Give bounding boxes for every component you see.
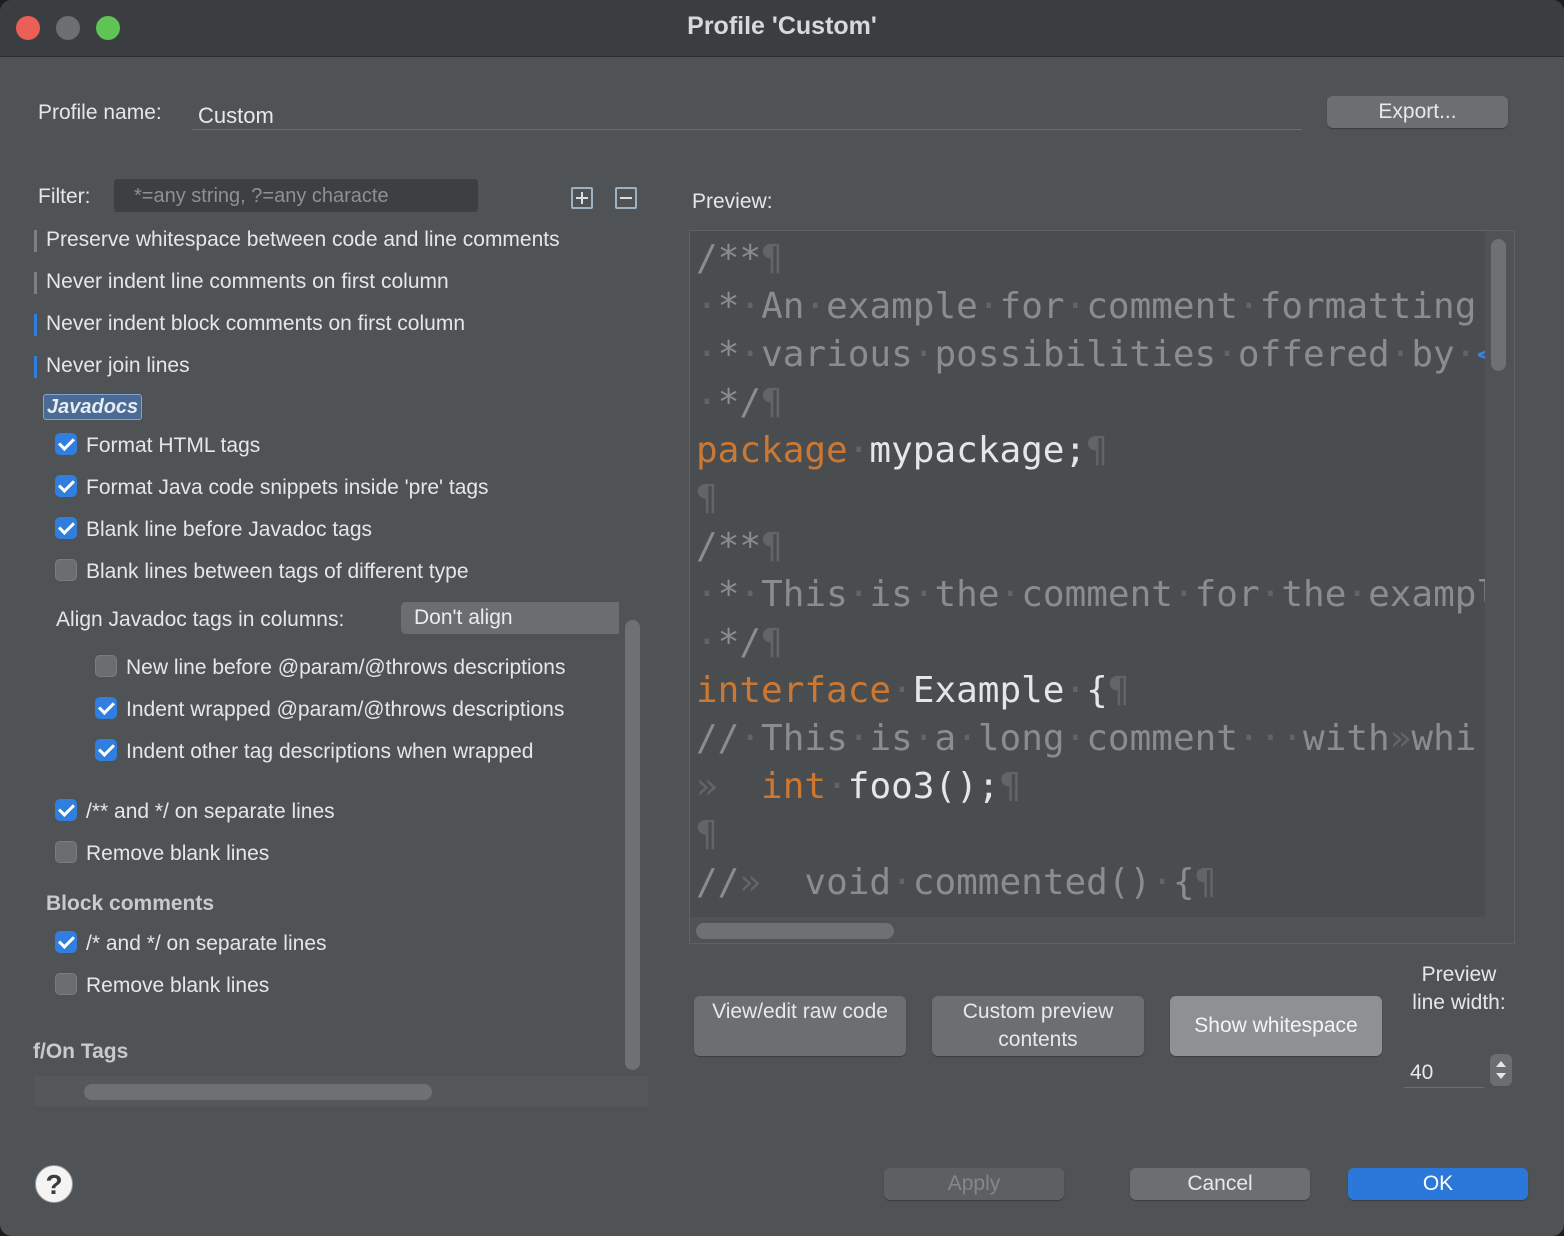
code-line: ·*·various·possibilities·offered·by·< <box>696 334 1498 375</box>
checkbox-label: Format HTML tags <box>86 434 261 457</box>
export-button[interactable]: Export... <box>1327 96 1508 128</box>
code-line: ·*·An·example·for·comment·formatting. <box>696 286 1499 327</box>
checkbox-label: Indent other tag descriptions when wrapp… <box>126 740 534 763</box>
tree-row[interactable]: Never indent line comments on first colu… <box>46 270 449 294</box>
tree-row[interactable]: Preserve whitespace between code and lin… <box>46 228 560 252</box>
indent-other-tags-checkbox[interactable] <box>95 739 117 761</box>
javadoc-remove-blank-lines-checkbox[interactable] <box>55 841 77 863</box>
preview-label: Preview: <box>692 190 773 213</box>
code-line: /**¶ <box>696 238 783 279</box>
help-icon[interactable]: ? <box>35 1165 73 1203</box>
javadocs-section-label[interactable]: Javadocs <box>43 394 143 420</box>
new-line-before-param-checkbox[interactable] <box>95 655 117 677</box>
align-tags-label: Align Javadoc tags in columns: <box>56 608 345 631</box>
stepper-up-icon[interactable] <box>1496 1061 1506 1067</box>
format-java-snippets-checkbox[interactable] <box>55 475 77 497</box>
row-indicator <box>34 272 37 294</box>
filter-label: Filter: <box>38 185 91 208</box>
code-line: ¶ <box>696 478 718 519</box>
code-line: //» void·commented()·{¶ <box>696 862 1217 903</box>
title-bar: Profile 'Custom' <box>0 0 1564 57</box>
code-line: ·*·This·is·the·comment·for·the·exampl <box>696 574 1499 615</box>
checkbox-label: Remove blank lines <box>86 974 270 997</box>
checkbox-label: /* and */ on separate lines <box>86 932 327 955</box>
custom-preview-contents-button[interactable]: Custom preview contents <box>932 996 1144 1056</box>
checkbox-label: Blank line before Javadoc tags <box>86 518 373 541</box>
preview-vertical-scrollbar[interactable] <box>1491 239 1506 371</box>
stepper-down-icon[interactable] <box>1496 1073 1506 1079</box>
indent-wrapped-param-checkbox[interactable] <box>95 697 117 719</box>
ok-button[interactable]: OK <box>1348 1168 1528 1200</box>
line-width-stepper[interactable] <box>1490 1054 1512 1086</box>
blank-lines-between-tags-checkbox[interactable] <box>55 559 77 581</box>
apply-button[interactable]: Apply <box>884 1168 1064 1200</box>
code-line: package·mypackage;¶ <box>696 430 1108 471</box>
checkbox-label: Remove blank lines <box>86 842 270 865</box>
row-indicator <box>34 356 37 378</box>
window-title: Profile 'Custom' <box>687 12 877 40</box>
tree-row[interactable]: Never join lines <box>46 354 190 378</box>
row-indicator <box>34 230 37 252</box>
checkbox-label: Format Java code snippets inside 'pre' t… <box>86 476 489 499</box>
row-indicator <box>34 314 37 336</box>
preview-pane[interactable]: /**¶ ·*·An·example·for·comment·formattin… <box>689 230 1515 944</box>
checkbox-label: Blank lines between tags of different ty… <box>86 560 469 583</box>
line-width-input[interactable]: 40 <box>1404 1056 1484 1088</box>
tree-row[interactable]: Never indent block comments on first col… <box>46 312 465 336</box>
checkbox-label: Indent wrapped @param/@throws descriptio… <box>126 698 565 721</box>
expand-all-icon[interactable] <box>571 187 593 209</box>
checkbox-label: New line before @param/@throws descripti… <box>126 656 566 679</box>
profile-name-label: Profile name: <box>38 101 162 124</box>
profile-name-input[interactable]: Custom <box>192 98 1302 130</box>
code-line: ·*/¶ <box>696 382 783 423</box>
block-separate-lines-checkbox[interactable] <box>55 931 77 953</box>
checkbox-label: /** and */ on separate lines <box>86 800 335 823</box>
collapse-all-icon[interactable] <box>615 187 637 209</box>
profile-dialog: Profile 'Custom' Profile name: Custom Ex… <box>0 0 1564 1236</box>
format-html-tags-checkbox[interactable] <box>55 433 77 455</box>
code-line: interface·Example·{¶ <box>696 670 1130 711</box>
code-line: ¶ <box>696 814 718 855</box>
code-line: /**¶ <box>696 526 783 567</box>
view-edit-raw-code-button[interactable]: View/edit raw code <box>694 996 906 1056</box>
tree-horizontal-scrollbar[interactable] <box>84 1084 432 1100</box>
code-line: » int·foo3();¶ <box>696 766 1022 807</box>
blank-line-before-tags-checkbox[interactable] <box>55 517 77 539</box>
cancel-button[interactable]: Cancel <box>1130 1168 1310 1200</box>
code-line: ·*/¶ <box>696 622 783 663</box>
offon-tags-section-label[interactable]: f/On Tags <box>33 1040 128 1064</box>
show-whitespace-toggle[interactable]: Show whitespace <box>1170 996 1382 1056</box>
preview-line-width-label: Preview line width: <box>1412 963 1506 1014</box>
block-remove-blank-lines-checkbox[interactable] <box>55 973 77 995</box>
code-line: //·This·is·a·long·comment···with»whi <box>696 718 1477 759</box>
tree-vertical-scrollbar[interactable] <box>625 620 640 1070</box>
preview-horizontal-scrollbar[interactable] <box>696 923 894 939</box>
block-comments-section-label[interactable]: Block comments <box>46 892 214 916</box>
align-tags-select[interactable]: Don't align <box>401 602 619 634</box>
javadoc-separate-lines-checkbox[interactable] <box>55 799 77 821</box>
filter-input[interactable]: *=any string, ?=any characte <box>114 179 478 212</box>
